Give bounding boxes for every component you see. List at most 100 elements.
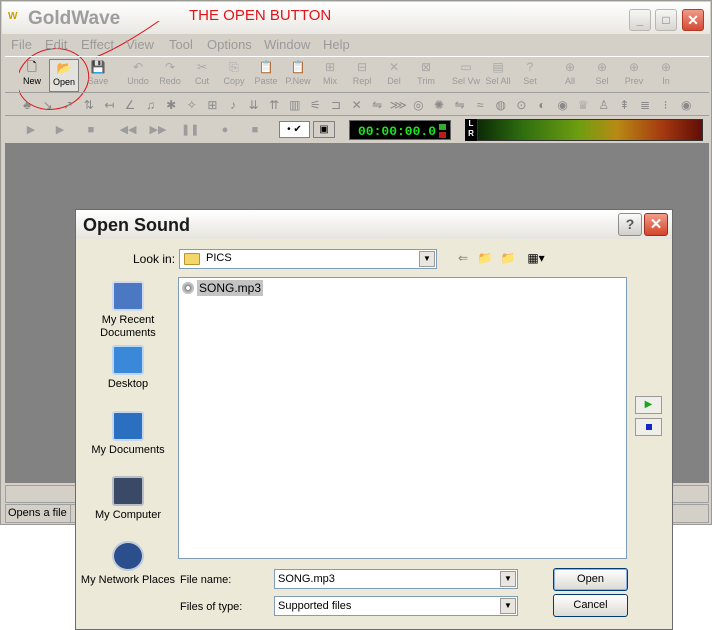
play-icon[interactable]: ▶: [23, 122, 39, 138]
chevron-down-icon[interactable]: ▼: [500, 598, 516, 614]
file-type-select[interactable]: Supported files ▼: [274, 596, 518, 616]
effect-tool-icon[interactable]: ◎: [410, 97, 426, 113]
chevron-down-icon[interactable]: ▼: [419, 251, 435, 267]
rewind-icon[interactable]: ◀◀: [117, 122, 139, 138]
effect-tool-icon[interactable]: ✧: [184, 97, 200, 113]
place-network[interactable]: My Network Places: [80, 541, 176, 587]
effect-tool-icon[interactable]: ♫: [143, 97, 159, 113]
del-button[interactable]: ✕ Del: [379, 59, 409, 92]
new-button[interactable]: 🗋 New: [17, 59, 47, 92]
close-button[interactable]: ✕: [682, 9, 704, 31]
effect-tool-icon[interactable]: ≣: [637, 97, 653, 113]
menu-edit[interactable]: Edit: [45, 37, 67, 52]
redo-button[interactable]: ↷ Redo: [155, 59, 185, 92]
dialog-close-button[interactable]: ✕: [644, 213, 668, 236]
minimize-button[interactable]: _: [629, 9, 651, 31]
effect-tool-icon[interactable]: ⇋: [452, 97, 468, 113]
loop-toggle[interactable]: • ✔: [279, 121, 310, 138]
effect-tool-icon[interactable]: ↘: [40, 97, 56, 113]
cancel-button[interactable]: Cancel: [553, 594, 628, 617]
effect-tool-icon[interactable]: ♙: [596, 97, 612, 113]
effect-tool-icon[interactable]: ◉: [555, 97, 571, 113]
menu-view[interactable]: View: [126, 37, 154, 52]
effect-tool-icon[interactable]: ⚟: [307, 97, 323, 113]
effect-tool-icon[interactable]: ⋙: [390, 97, 407, 113]
fast-forward-icon[interactable]: ▶▶: [147, 122, 169, 138]
stop-icon[interactable]: ■: [83, 122, 99, 138]
menu-help[interactable]: Help: [323, 37, 350, 52]
dialog-title-bar[interactable]: Open Sound ? ✕: [76, 210, 672, 239]
effect-tool-icon[interactable]: ⊞: [204, 97, 220, 113]
look-in-dropdown[interactable]: PICS ▼: [179, 249, 437, 269]
file-name-input[interactable]: SONG.mp3 ▼: [274, 569, 518, 589]
effect-tool-icon[interactable]: ⊐: [328, 97, 344, 113]
repl-button[interactable]: ⊟ Repl: [347, 59, 377, 92]
copy-button[interactable]: ⎘ Copy: [219, 59, 249, 92]
effect-tool-icon[interactable]: ▥: [287, 97, 303, 113]
effect-tool-icon[interactable]: ♕: [575, 97, 591, 113]
p-new-button[interactable]: 📋 P.New: [283, 59, 313, 92]
menu-file[interactable]: File: [11, 37, 32, 52]
back-icon[interactable]: ⇐: [454, 249, 472, 267]
place-recent-documents[interactable]: My Recent Documents: [80, 281, 176, 340]
sel-all-button[interactable]: ▤ Sel All: [483, 59, 513, 92]
effect-tool-icon[interactable]: ♣: [19, 97, 35, 113]
effect-tool-icon[interactable]: ✺: [431, 97, 447, 113]
set-button[interactable]: ? Set: [515, 59, 545, 92]
effect-tool-icon[interactable]: ⇊: [246, 97, 262, 113]
new-folder-icon[interactable]: 📁: [499, 249, 517, 267]
prev-button[interactable]: ⊕ Prev: [619, 59, 649, 92]
effect-tool-icon[interactable]: ◍: [493, 97, 509, 113]
toolbar-label: Sel Vw: [451, 76, 480, 86]
effect-tool-icon[interactable]: ↤: [101, 97, 117, 113]
effect-tool-icon[interactable]: ✕: [349, 97, 365, 113]
record-icon[interactable]: ●: [217, 122, 233, 138]
effect-tool-icon[interactable]: ⇋: [369, 97, 385, 113]
maximize-button[interactable]: □: [655, 9, 677, 31]
menu-window[interactable]: Window: [264, 37, 310, 52]
place-desktop[interactable]: Desktop: [80, 345, 176, 391]
effect-tool-icon[interactable]: ♪: [225, 97, 241, 113]
effect-tool-icon[interactable]: ↗: [60, 97, 76, 113]
all-button[interactable]: ⊕ All: [555, 59, 585, 92]
effect-tool-icon[interactable]: ≈: [472, 97, 488, 113]
toolbar-label: New: [22, 76, 41, 86]
help-button[interactable]: ?: [618, 213, 642, 236]
chevron-down-icon[interactable]: ▼: [500, 571, 516, 587]
preview-stop-button[interactable]: [635, 418, 662, 436]
undo-button[interactable]: ↶ Undo: [123, 59, 153, 92]
cut-button[interactable]: ✂ Cut: [187, 59, 217, 92]
mix-button[interactable]: ⊞ Mix: [315, 59, 345, 92]
toolbar-label: Repl: [352, 76, 372, 86]
sel-button[interactable]: ⊕ Sel: [587, 59, 617, 92]
save-button[interactable]: 💾 Save: [83, 59, 113, 92]
effect-tool-icon[interactable]: ◐: [534, 97, 550, 113]
effect-tool-icon[interactable]: ∠: [122, 97, 138, 113]
up-folder-icon[interactable]: 📁: [476, 249, 494, 267]
effect-tool-icon[interactable]: ⇅: [81, 97, 97, 113]
menu-effect[interactable]: Effect: [81, 37, 114, 52]
menu-tool[interactable]: Tool: [169, 37, 193, 52]
stop-record-icon[interactable]: ■: [247, 122, 263, 138]
place-my-documents[interactable]: My Documents: [80, 411, 176, 457]
view-menu-icon[interactable]: ▦▾: [522, 249, 550, 267]
open-button[interactable]: Open: [553, 568, 628, 591]
open-button[interactable]: 📂 Open: [49, 59, 79, 92]
effect-tool-icon[interactable]: ⁝: [658, 97, 674, 113]
paste-button[interactable]: 📋 Paste: [251, 59, 281, 92]
effect-tool-icon[interactable]: ⇞: [616, 97, 632, 113]
in-button[interactable]: ⊕ In: [651, 59, 681, 92]
play-selection-icon[interactable]: ▶: [52, 122, 68, 138]
effect-tool-icon[interactable]: ⊙: [513, 97, 529, 113]
trim-button[interactable]: ⊠ Trim: [411, 59, 441, 92]
file-list[interactable]: SONG.mp3: [178, 277, 627, 559]
pause-icon[interactable]: ❚❚: [181, 122, 199, 138]
menu-options[interactable]: Options: [207, 37, 252, 52]
sel-vw-button[interactable]: ▭ Sel Vw: [451, 59, 481, 92]
effect-tool-icon[interactable]: ✱: [163, 97, 179, 113]
place-my-computer[interactable]: My Computer: [80, 476, 176, 522]
preview-play-button[interactable]: ▶: [635, 396, 662, 414]
record-mode-button[interactable]: ▣: [313, 121, 335, 138]
effect-tool-icon[interactable]: ⇈: [266, 97, 282, 113]
effect-tool-icon[interactable]: ◉: [678, 97, 694, 113]
